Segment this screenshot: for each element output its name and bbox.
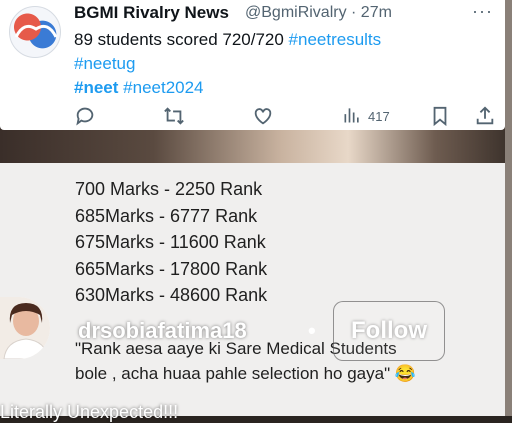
views-button[interactable]: 417 <box>342 104 390 128</box>
video-edge <box>505 0 512 416</box>
rank-line: 700 Marks - 2250 Rank <box>75 179 263 199</box>
reel-caption[interactable]: Literally Unexpected!!! <box>0 402 178 423</box>
retweet-icon[interactable] <box>162 104 186 128</box>
views-count: 417 <box>368 108 390 124</box>
hashtag-link[interactable]: #neet <box>74 78 118 97</box>
hashtag-link[interactable]: #neetresults <box>289 30 382 49</box>
rank-line: 665Marks - 17800 Rank <box>75 258 268 279</box>
quote-line: bole , acha huaa pahle selection ho gaya… <box>75 364 416 383</box>
rank-line: 630Marks - 48600 Rank <box>75 285 268 305</box>
tweet-card: BGMI Rivalry News @BgmiRivalry · 27m ···… <box>0 0 505 130</box>
share-icon[interactable] <box>474 104 496 128</box>
account-name[interactable]: BGMI Rivalry News <box>74 3 229 23</box>
rank-line: 675Marks - 11600 Rank <box>75 232 266 252</box>
like-icon[interactable] <box>252 104 274 128</box>
more-icon[interactable]: ··· <box>472 1 493 22</box>
hashtag-link[interactable]: #neetug <box>74 54 135 73</box>
account-handle-time[interactable]: @BgmiRivalry · 27m <box>245 4 392 22</box>
bookmark-icon[interactable] <box>430 104 450 128</box>
account-avatar[interactable] <box>9 6 61 58</box>
video-backdrop <box>0 128 512 168</box>
separator-dot: • <box>308 318 316 343</box>
hashtag-link[interactable]: #neet2024 <box>123 78 203 97</box>
tweet-text: 89 students scored 720/720 #neetresults … <box>74 28 499 100</box>
reply-icon[interactable] <box>74 104 96 128</box>
rank-list: 700 Marks - 2250 Rank 685Marks - 6777 Ra… <box>75 176 267 309</box>
views-icon <box>342 105 362 128</box>
tweet-actions: 417 <box>74 104 499 128</box>
tweet-text-line: 89 students scored 720/720 <box>74 30 289 49</box>
creator-username[interactable]: drsobiafatima18 <box>78 318 247 344</box>
rank-line: 685Marks - 6777 Rank <box>75 205 258 226</box>
follow-button[interactable]: Follow <box>333 301 445 361</box>
